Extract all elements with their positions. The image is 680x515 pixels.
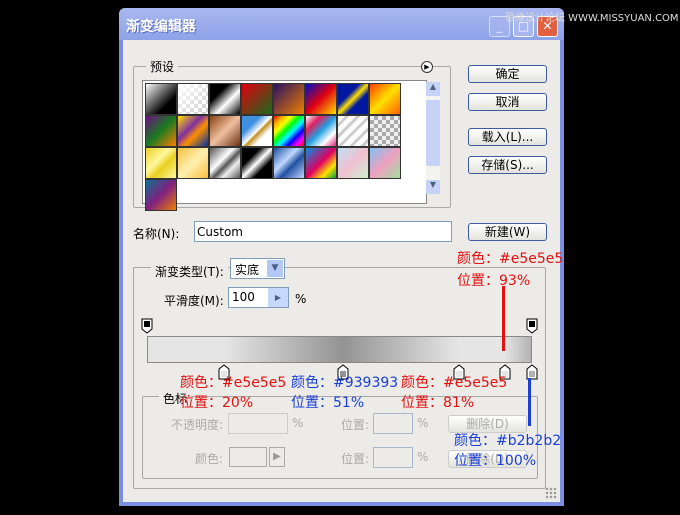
- resize-grip-icon[interactable]: [545, 487, 557, 499]
- color-swatch[interactable]: [229, 447, 267, 467]
- watermark: 思缘设计论坛 WWW.MISSYUAN.COM: [505, 13, 679, 24]
- preset-swatch[interactable]: [145, 147, 177, 179]
- annotation-93-position: 位置：93%: [457, 273, 531, 289]
- preset-swatch[interactable]: [337, 147, 369, 179]
- load-button[interactable]: 载入(L)...: [468, 128, 547, 146]
- preset-swatch[interactable]: [241, 83, 273, 115]
- scroll-up-icon[interactable]: ▲: [426, 82, 440, 96]
- smoothness-input[interactable]: 100 ▶: [228, 287, 289, 308]
- preset-swatch[interactable]: [145, 83, 177, 115]
- opacity-stop[interactable]: [141, 318, 153, 334]
- annotation-51-position: 位置：51%: [291, 395, 365, 411]
- preset-swatch[interactable]: [273, 115, 305, 147]
- gradient-type-value: 实底: [235, 263, 260, 277]
- scroll-down-icon[interactable]: ▼: [426, 180, 440, 194]
- preset-swatch[interactable]: [145, 179, 177, 211]
- preset-swatch[interactable]: [177, 83, 209, 115]
- preset-swatch[interactable]: [177, 147, 209, 179]
- annotation-81-color: 颜色：#e5e5e5: [401, 375, 508, 391]
- annotation-93-pointer: [502, 286, 505, 351]
- opacity-position-input[interactable]: [373, 413, 413, 434]
- presets-label: 预设: [146, 58, 179, 75]
- annotation-20-position: 位置：20%: [180, 395, 254, 411]
- preset-swatch[interactable]: [209, 147, 241, 179]
- color-position-unit: %: [417, 450, 429, 464]
- smoothness-label: 平滑度(M):: [160, 292, 228, 309]
- gradient-bar[interactable]: [147, 336, 532, 363]
- opacity-position-label: 位置:: [341, 418, 370, 432]
- color-label: 颜色:: [195, 452, 224, 466]
- opacity-label: 不透明度:: [171, 418, 224, 432]
- scroll-thumb[interactable]: [426, 100, 440, 166]
- preset-scrollbar[interactable]: ▲ ▼: [426, 82, 440, 194]
- opacity-stop[interactable]: [526, 318, 538, 334]
- preset-swatch[interactable]: [273, 83, 305, 115]
- smoothness-value: 100: [232, 290, 255, 304]
- title-bar[interactable]: 渐变编辑器 _ □ ✕: [119, 8, 564, 40]
- preset-swatch[interactable]: [209, 115, 241, 147]
- annotation-100-pointer: [528, 378, 531, 426]
- annotation-100-position: 位置：100%: [454, 453, 537, 469]
- gradient-type-select[interactable]: 实底 ▼: [230, 258, 285, 279]
- preset-swatch[interactable]: [337, 115, 369, 147]
- new-button[interactable]: 新建(W): [468, 223, 547, 241]
- annotation-20-color: 颜色：#e5e5e5: [180, 375, 287, 391]
- opacity-unit: %: [292, 416, 304, 430]
- chevron-down-icon[interactable]: ▼: [267, 260, 283, 277]
- annotation-81-position: 位置：81%: [401, 395, 475, 411]
- annotation-51-color: 颜色：#939393: [291, 375, 399, 391]
- preset-swatch[interactable]: [305, 83, 337, 115]
- preset-swatch[interactable]: [241, 115, 273, 147]
- preset-swatch[interactable]: [145, 115, 177, 147]
- circle-arrow-right-icon[interactable]: ▶: [421, 61, 433, 73]
- opacity-input[interactable]: [228, 413, 288, 434]
- preset-swatch[interactable]: [369, 83, 401, 115]
- preset-swatch[interactable]: [369, 147, 401, 179]
- preset-swatch[interactable]: [273, 147, 305, 179]
- smoothness-slider-arrow-icon[interactable]: ▶: [268, 288, 288, 307]
- name-label: 名称(N):: [133, 227, 180, 241]
- window-title: 渐变编辑器: [126, 19, 196, 35]
- ok-button[interactable]: 确定: [468, 65, 547, 83]
- preset-swatch[interactable]: [241, 147, 273, 179]
- color-position-label: 位置:: [341, 452, 370, 466]
- save-button[interactable]: 存储(S)...: [468, 156, 547, 174]
- preset-swatch[interactable]: [337, 83, 369, 115]
- preset-swatch[interactable]: [369, 115, 401, 147]
- preset-swatch[interactable]: [209, 83, 241, 115]
- annotation-93-color: 颜色：#e5e5e5: [457, 251, 564, 267]
- annotation-100-color: 颜色：#b2b2b2: [454, 433, 562, 449]
- cancel-button[interactable]: 取消: [468, 93, 547, 111]
- color-position-input[interactable]: [373, 447, 413, 468]
- name-input[interactable]: [194, 221, 452, 242]
- color-menu-arrow-icon[interactable]: ▶: [269, 447, 285, 467]
- preset-swatch[interactable]: [305, 147, 337, 179]
- preset-swatch-grid: [142, 80, 427, 211]
- preset-swatch[interactable]: [177, 115, 209, 147]
- smoothness-unit: %: [295, 292, 307, 306]
- gradient-type-label: 渐变类型(T):: [151, 263, 228, 280]
- opacity-position-unit: %: [417, 416, 429, 430]
- preset-swatch[interactable]: [305, 115, 337, 147]
